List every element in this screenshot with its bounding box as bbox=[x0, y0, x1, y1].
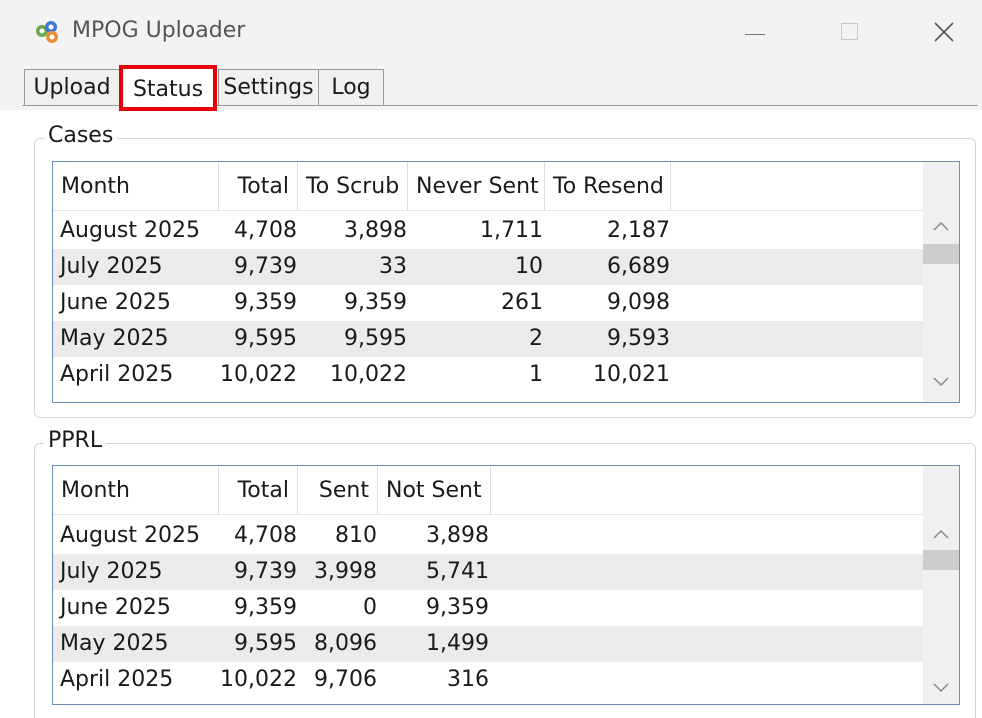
cell-sent: 8,096 bbox=[314, 631, 377, 656]
tab-settings[interactable]: Settings bbox=[218, 69, 319, 105]
cell-month: May 2025 bbox=[60, 326, 169, 351]
cell-to-resend: 6,689 bbox=[607, 254, 670, 279]
column-header-to-scrub[interactable]: To Scrub bbox=[298, 162, 408, 210]
column-header-total[interactable]: Total bbox=[219, 466, 298, 514]
cell-to-resend: 10,021 bbox=[593, 362, 670, 387]
cell-not-sent: 9,359 bbox=[426, 595, 489, 620]
pprl-group-label: PPRL bbox=[44, 428, 107, 453]
pprl-header: Month Total Sent Not Sent bbox=[53, 466, 923, 515]
cell-month: August 2025 bbox=[60, 218, 200, 243]
cell-month: May 2025 bbox=[60, 631, 169, 656]
cell-sent: 810 bbox=[335, 523, 377, 548]
cell-to-resend: 2,187 bbox=[607, 218, 670, 243]
cases-group-label: Cases bbox=[44, 123, 118, 148]
scrollbar-thumb[interactable] bbox=[923, 244, 959, 264]
cell-not-sent: 316 bbox=[447, 667, 489, 692]
tab-upload[interactable]: Upload bbox=[24, 69, 120, 105]
cell-total: 10,022 bbox=[220, 362, 297, 387]
cell-to-resend: 9,593 bbox=[607, 326, 670, 351]
scrollbar-thumb[interactable] bbox=[923, 550, 959, 570]
cell-total: 9,359 bbox=[234, 290, 297, 315]
chevron-up-icon[interactable] bbox=[932, 528, 950, 540]
cell-not-sent: 5,741 bbox=[426, 559, 489, 584]
table-row[interactable]: July 2025 9,739 33 10 6,689 bbox=[53, 249, 923, 285]
cell-sent: 9,706 bbox=[314, 667, 377, 692]
tab-status[interactable]: Status bbox=[119, 65, 217, 111]
title-bar: MPOG Uploader bbox=[0, 0, 982, 62]
column-header-total[interactable]: Total bbox=[219, 162, 298, 210]
cell-to-scrub: 10,022 bbox=[330, 362, 407, 387]
table-row[interactable]: April 2025 10,022 10,022 1 10,021 bbox=[53, 357, 923, 393]
window-title: MPOG Uploader bbox=[72, 18, 246, 43]
cell-total: 9,739 bbox=[234, 559, 297, 584]
table-row[interactable]: July 2025 9,739 3,998 5,741 bbox=[53, 554, 923, 590]
cell-month: April 2025 bbox=[60, 667, 174, 692]
cell-to-scrub: 33 bbox=[379, 254, 407, 279]
cell-sent: 3,998 bbox=[314, 559, 377, 584]
cell-total: 10,022 bbox=[220, 667, 297, 692]
table-row[interactable]: May 2025 9,595 8,096 1,499 bbox=[53, 626, 923, 662]
table-row[interactable]: August 2025 4,708 3,898 1,711 2,187 bbox=[53, 213, 923, 249]
chevron-down-icon[interactable] bbox=[932, 682, 950, 694]
cell-total: 9,595 bbox=[234, 326, 297, 351]
cell-month: July 2025 bbox=[60, 559, 163, 584]
table-row[interactable]: April 2025 10,022 9,706 316 bbox=[53, 662, 923, 698]
cell-to-scrub: 9,359 bbox=[344, 290, 407, 315]
cell-never-sent: 1 bbox=[529, 362, 543, 387]
cases-vertical-scrollbar[interactable] bbox=[923, 162, 959, 402]
minimize-icon[interactable] bbox=[735, 12, 775, 52]
cases-list[interactable]: Month Total To Scrub Never Sent To Resen… bbox=[52, 161, 960, 403]
column-header-not-sent[interactable]: Not Sent bbox=[378, 466, 491, 514]
pprl-vertical-scrollbar[interactable] bbox=[923, 466, 959, 704]
column-header-never-sent[interactable]: Never Sent bbox=[408, 162, 545, 210]
table-row[interactable]: August 2025 4,708 810 3,898 bbox=[53, 518, 923, 554]
cell-month: August 2025 bbox=[60, 523, 200, 548]
close-icon[interactable] bbox=[924, 12, 964, 52]
chevron-up-icon[interactable] bbox=[932, 220, 950, 232]
column-header-month[interactable]: Month bbox=[53, 162, 219, 210]
column-header-to-resend[interactable]: To Resend bbox=[545, 162, 671, 210]
tab-log[interactable]: Log bbox=[318, 69, 384, 105]
cell-total: 9,739 bbox=[234, 254, 297, 279]
cases-header: Month Total To Scrub Never Sent To Resen… bbox=[53, 162, 923, 211]
cell-total: 4,708 bbox=[234, 218, 297, 243]
table-row[interactable]: June 2025 9,359 9,359 261 9,098 bbox=[53, 285, 923, 321]
maximize-icon[interactable] bbox=[830, 12, 870, 52]
cell-to-scrub: 3,898 bbox=[344, 218, 407, 243]
cell-sent: 0 bbox=[363, 595, 377, 620]
cell-month: June 2025 bbox=[60, 290, 171, 315]
cell-not-sent: 3,898 bbox=[426, 523, 489, 548]
cell-to-resend: 9,098 bbox=[607, 290, 670, 315]
cell-month: June 2025 bbox=[60, 595, 171, 620]
cell-total: 9,359 bbox=[234, 595, 297, 620]
table-row[interactable]: June 2025 9,359 0 9,359 bbox=[53, 590, 923, 626]
cell-never-sent: 10 bbox=[515, 254, 543, 279]
cell-month: July 2025 bbox=[60, 254, 163, 279]
cell-month: April 2025 bbox=[60, 362, 174, 387]
chevron-down-icon[interactable] bbox=[932, 376, 950, 388]
column-header-month[interactable]: Month bbox=[53, 466, 219, 514]
cell-never-sent: 2 bbox=[529, 326, 543, 351]
cell-to-scrub: 9,595 bbox=[344, 326, 407, 351]
cell-not-sent: 1,499 bbox=[426, 631, 489, 656]
cell-total: 9,595 bbox=[234, 631, 297, 656]
mpog-app-icon bbox=[36, 21, 58, 43]
column-header-sent[interactable]: Sent bbox=[298, 466, 378, 514]
cell-never-sent: 261 bbox=[501, 290, 543, 315]
cell-total: 4,708 bbox=[234, 523, 297, 548]
table-row[interactable]: May 2025 9,595 9,595 2 9,593 bbox=[53, 321, 923, 357]
pprl-list[interactable]: Month Total Sent Not Sent August 2025 4,… bbox=[52, 465, 960, 705]
cell-never-sent: 1,711 bbox=[480, 218, 543, 243]
